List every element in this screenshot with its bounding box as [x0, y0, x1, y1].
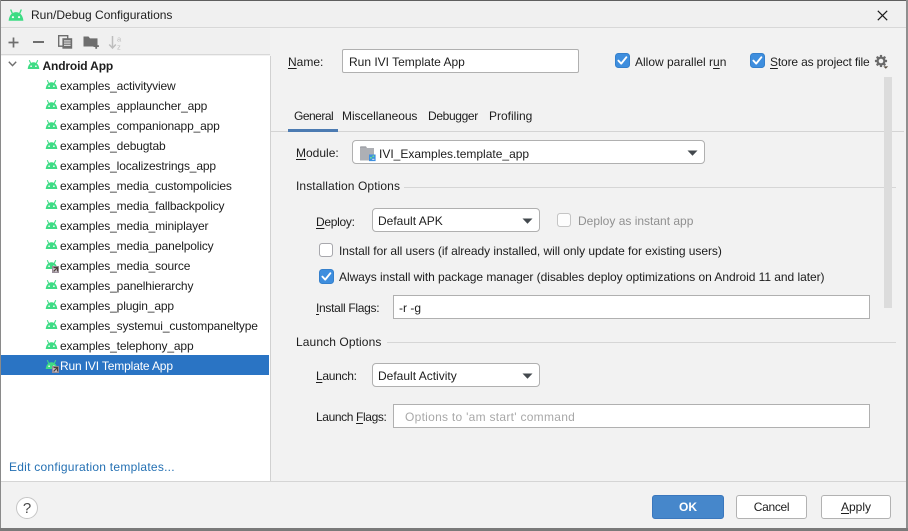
svg-text:z: z — [117, 43, 121, 51]
